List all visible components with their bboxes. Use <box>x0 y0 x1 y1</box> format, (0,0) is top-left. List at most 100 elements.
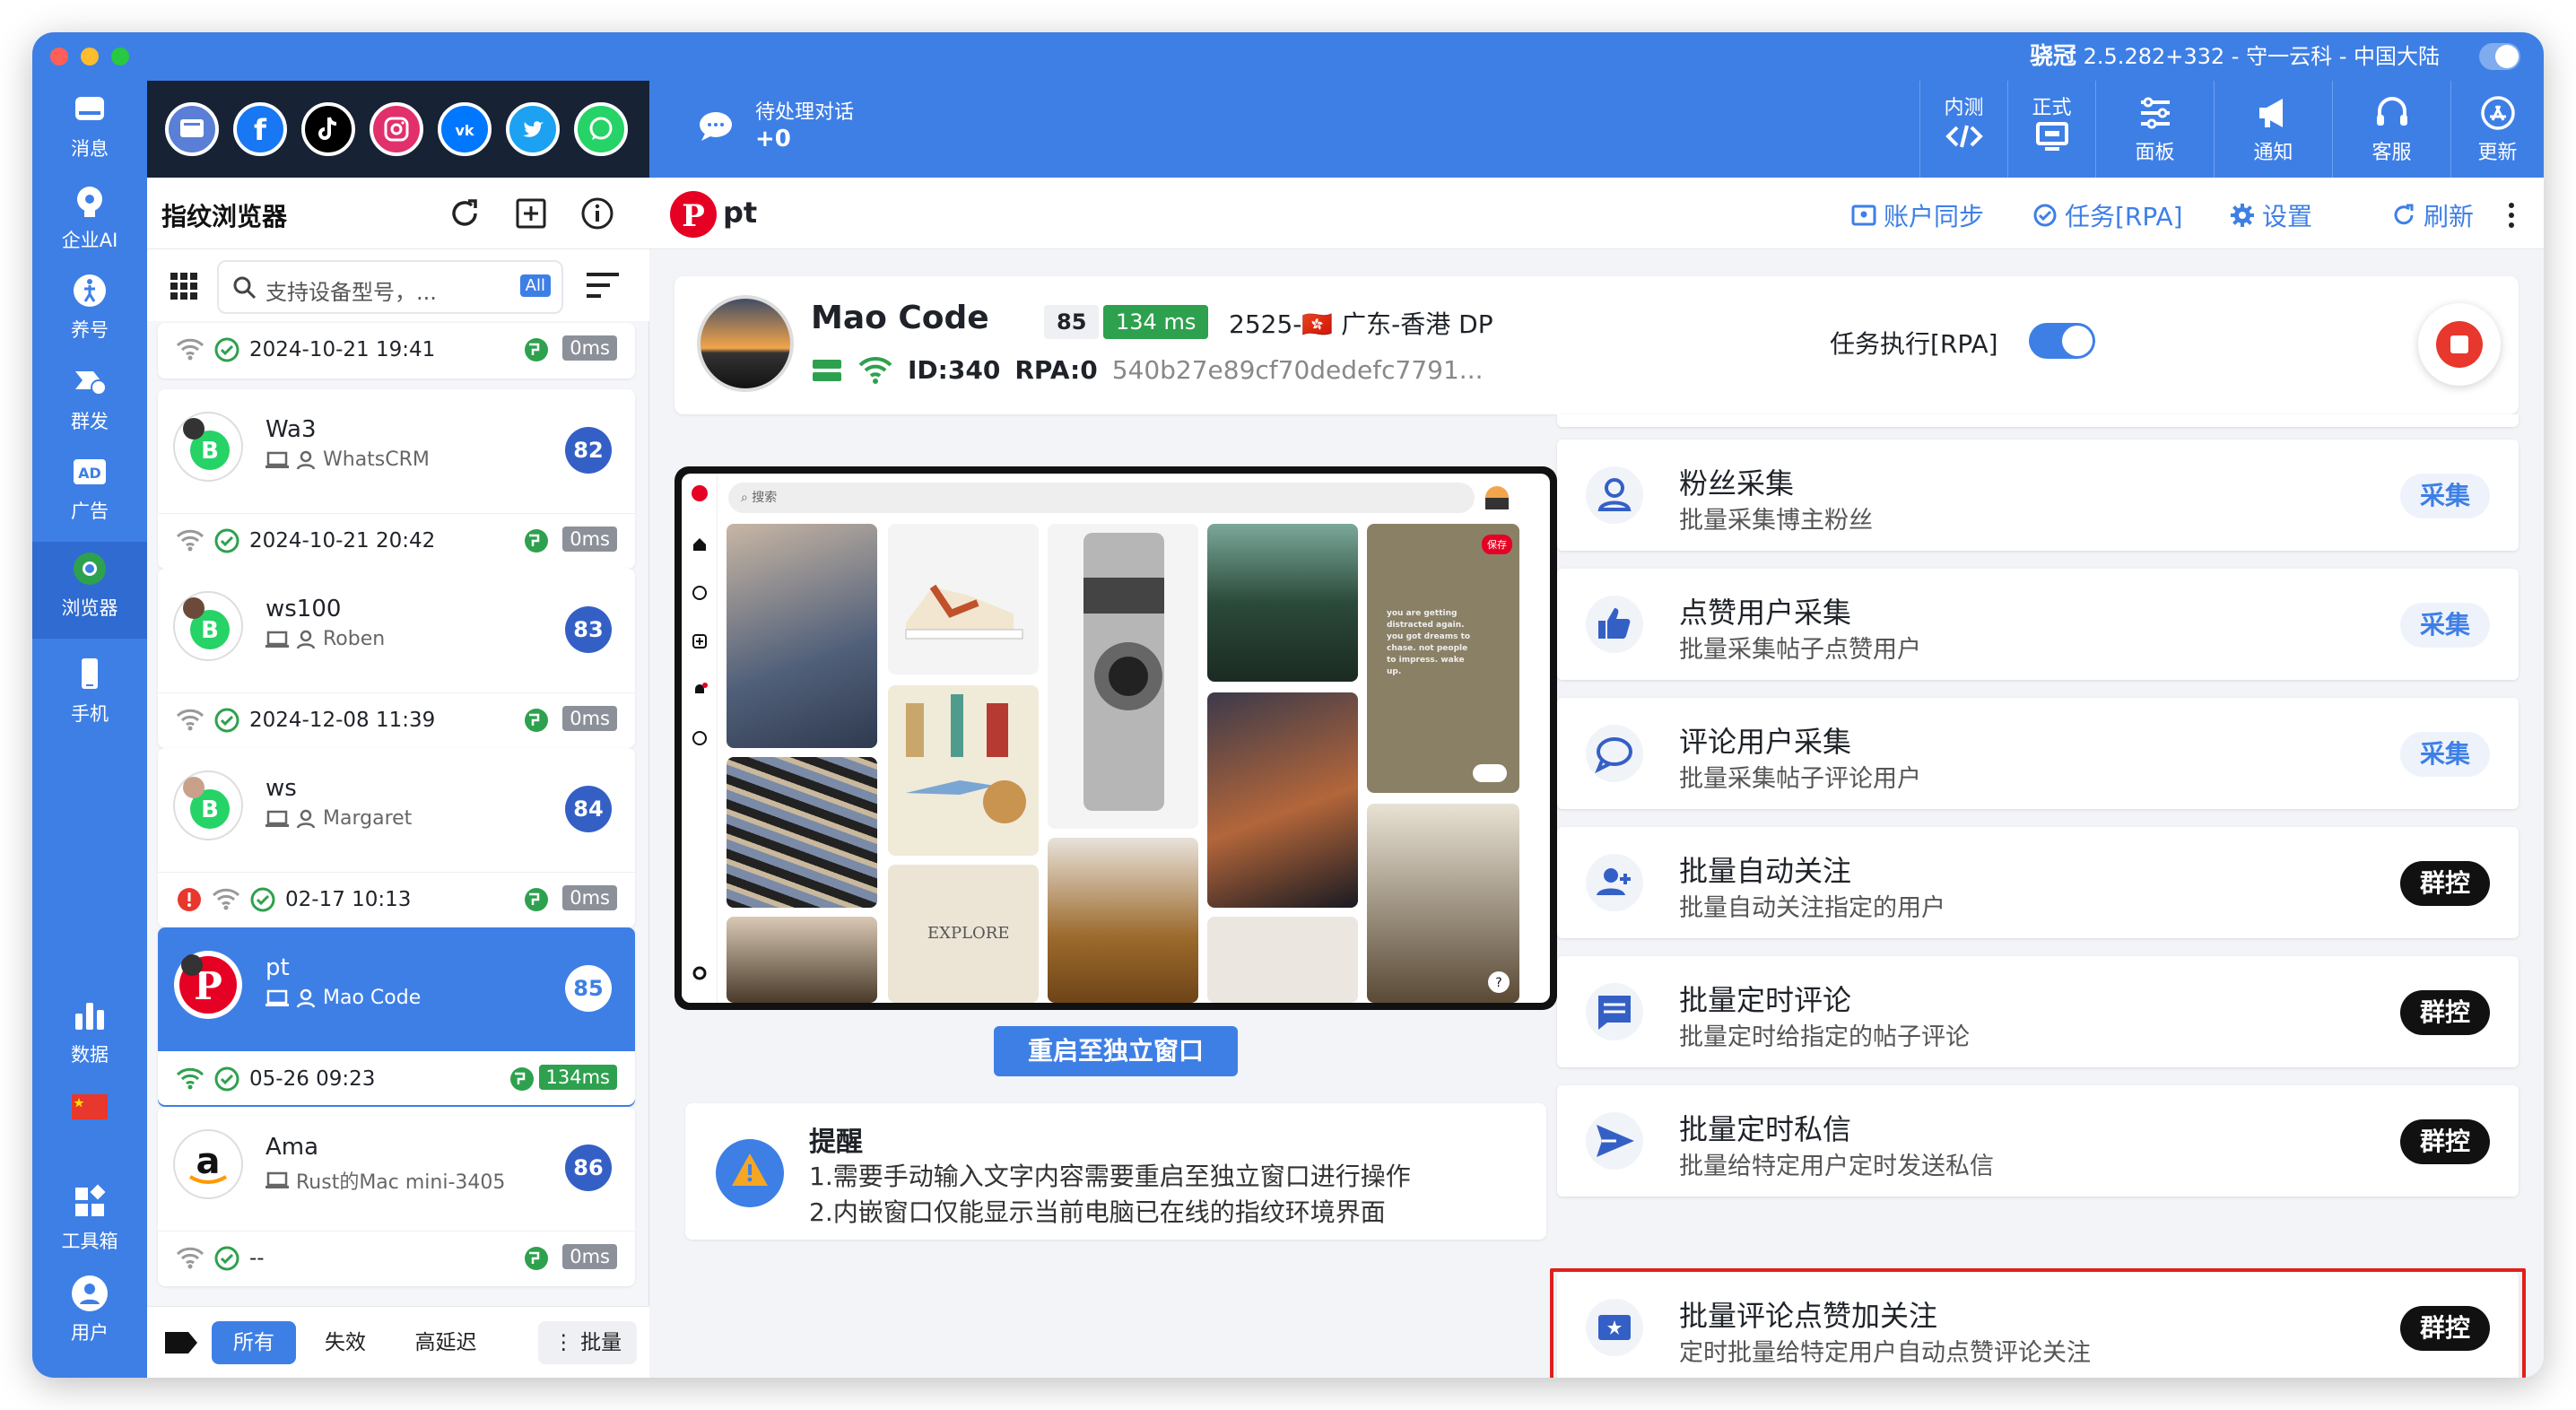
feature-like-user-collection[interactable]: 点赞用户采集 批量采集帖子点赞用户 采集 <box>1557 569 2519 680</box>
batch-button[interactable]: ⋮ 批量 <box>538 1321 637 1364</box>
close-window-button[interactable] <box>50 48 68 65</box>
person-icon-wrap <box>1586 466 1643 524</box>
refresh-icon[interactable] <box>447 196 483 231</box>
last-active-time: 2024-10-21 20:42 <box>249 528 436 553</box>
profile-card-wa3[interactable]: B Wa3 WhatsCRM 82 2024-10-21 20:42 0ms <box>158 389 635 569</box>
nav-nurture[interactable]: 养号 <box>32 264 147 353</box>
profile-card-pt[interactable]: P pt Mao Code 85 05-26 09:23 134ms <box>158 927 635 1107</box>
pin-sneaker-image[interactable] <box>888 524 1039 675</box>
pending-conversations[interactable]: 待处理对话 +0 <box>694 100 854 152</box>
walk-icon <box>74 274 106 307</box>
info-icon[interactable] <box>579 196 615 231</box>
pinterest-search-bar[interactable]: ⌕ 搜索 <box>728 483 1475 513</box>
profile-card-ama[interactable]: a Ama Rust的Mac mini-3405 86 -- 0ms <box>158 1107 635 1286</box>
settings-link[interactable]: 设置 <box>2230 197 2312 233</box>
filter-all-button[interactable]: 所有 <box>212 1321 296 1364</box>
embedded-browser[interactable]: ⌕ 搜索 EXPLORE 保存 you are getting distract… <box>674 466 1557 1010</box>
home-icon[interactable] <box>692 536 708 553</box>
pin-quote-image[interactable]: 保存 you are getting distracted again. you… <box>1367 524 1519 793</box>
filter-invalid-button[interactable]: 失效 <box>305 1321 386 1364</box>
nav-user[interactable]: 用户 <box>32 1266 147 1356</box>
stop-button[interactable] <box>2418 303 2501 386</box>
collect-button[interactable]: 采集 <box>2399 474 2490 518</box>
nav-messages[interactable]: 消息 <box>32 83 147 172</box>
profile-card-partial[interactable]: 2024-10-21 19:41 0ms <box>158 323 635 379</box>
profile-card-ws[interactable]: B ws Margaret 84 02-17 10:13 0ms <box>158 748 635 927</box>
pin-actions[interactable] <box>1473 764 1507 782</box>
tag-icon[interactable] <box>163 1328 199 1357</box>
pin-landmarks-image[interactable] <box>888 685 1039 856</box>
nav-browser[interactable]: 浏览器 <box>32 542 147 639</box>
support-button[interactable]: 客服 <box>2332 81 2450 178</box>
feature-scheduled-comment[interactable]: 批量定时评论 批量定时给指定的帖子评论 群控 <box>1557 956 2519 1067</box>
wifi-icon <box>858 356 892 384</box>
explore-icon[interactable] <box>692 585 708 601</box>
nav-enterprise-ai[interactable]: 企业AI <box>32 174 147 264</box>
release-button[interactable]: 正式 <box>2007 81 2095 178</box>
device-search-input[interactable]: 支持设备型号，... All <box>217 260 563 314</box>
nav-region[interactable] <box>32 1080 147 1143</box>
account-sync-link[interactable]: 账户同步 <box>1851 197 1984 233</box>
beta-button[interactable]: 内测 <box>1919 81 2007 178</box>
feature-fan-collection[interactable]: 粉丝采集 批量采集博主粉丝 采集 <box>1557 440 2519 551</box>
feature-comment-user-collection[interactable]: 评论用户采集 批量采集帖子评论用户 采集 <box>1557 698 2519 809</box>
filter-high-latency-button[interactable]: 高延迟 <box>395 1321 497 1364</box>
save-pin-button[interactable]: 保存 <box>1482 535 1512 554</box>
more-vertical-icon[interactable] <box>2506 201 2517 230</box>
settings-icon[interactable] <box>692 965 708 981</box>
maximize-window-button[interactable] <box>111 48 129 65</box>
sort-icon[interactable] <box>585 271 621 301</box>
collect-button[interactable]: 采集 <box>2399 603 2490 648</box>
panel-button[interactable]: 面板 <box>2095 81 2214 178</box>
bell-icon[interactable] <box>692 682 708 698</box>
messages-icon[interactable] <box>692 730 708 746</box>
task-execution-toggle[interactable] <box>2029 323 2095 359</box>
group-control-button[interactable]: 群控 <box>2399 990 2490 1035</box>
vk-icon[interactable]: vk <box>438 102 492 156</box>
pin-camera-image[interactable] <box>1048 524 1198 829</box>
pin-dog-image[interactable] <box>1048 838 1198 1003</box>
pin-guitar-image[interactable]: ? <box>1367 804 1519 1003</box>
collect-button[interactable]: 采集 <box>2399 732 2490 777</box>
pin-sculpture2-image[interactable] <box>727 917 877 1003</box>
instagram-icon[interactable] <box>370 102 423 156</box>
pin-tools-image[interactable] <box>727 757 877 908</box>
minimize-window-button[interactable] <box>81 48 99 65</box>
pinterest-icon[interactable] <box>691 484 709 502</box>
search-scope-tag[interactable]: All <box>519 274 551 297</box>
browser-viewport[interactable]: ⌕ 搜索 EXPLORE 保存 you are getting distract… <box>682 474 1550 1003</box>
group-control-button[interactable]: 群控 <box>2399 1119 2490 1164</box>
pin-night-image[interactable] <box>1207 692 1358 908</box>
profile-title: pt <box>723 196 758 230</box>
group-control-button[interactable]: 群控 <box>2399 861 2490 906</box>
task-rpa-link[interactable]: 任务[RPA] <box>2032 197 2183 233</box>
nav-ads[interactable]: AD 广告 <box>32 445 147 535</box>
pin-car-image[interactable] <box>1207 524 1358 682</box>
pin-explore-image[interactable]: EXPLORE <box>888 865 1039 1003</box>
pin-sculpture-image[interactable] <box>727 524 877 748</box>
twitter-icon[interactable] <box>506 102 560 156</box>
nav-toolbox[interactable]: 工具箱 <box>32 1175 147 1265</box>
profile-card-ws100[interactable]: B ws100 Roben 83 2024-12-08 11:39 0ms <box>158 569 635 748</box>
whatsapp-icon[interactable] <box>574 102 628 156</box>
add-icon[interactable] <box>513 196 549 231</box>
create-icon[interactable] <box>692 633 708 649</box>
restart-standalone-button[interactable]: 重启至独立窗口 <box>994 1026 1238 1076</box>
account-avatar-icon[interactable] <box>1484 484 1510 511</box>
grid-view-icon[interactable] <box>169 271 199 301</box>
nav-data[interactable]: 数据 <box>32 988 147 1078</box>
notify-button[interactable]: 通知 <box>2214 81 2332 178</box>
title-toggle-switch[interactable] <box>2479 43 2520 70</box>
facebook-icon[interactable]: f <box>233 102 287 156</box>
feature-scheduled-dm[interactable]: 批量定时私信 批量给特定用户定时发送私信 群控 <box>1557 1085 2519 1197</box>
help-icon[interactable]: ? <box>1487 970 1510 994</box>
nav-phone[interactable]: 手机 <box>32 648 147 737</box>
refresh-link[interactable]: 刷新 <box>2391 197 2474 233</box>
tiktok-icon[interactable] <box>301 102 355 156</box>
pin-room-image[interactable] <box>1207 917 1358 1003</box>
feature-auto-follow[interactable]: 批量自动关注 批量自动关注指定的用户 群控 <box>1557 827 2519 938</box>
thumbs-up-icon <box>1598 608 1631 639</box>
browser-icon[interactable] <box>165 102 219 156</box>
update-button[interactable]: 更新 <box>2450 81 2544 178</box>
nav-broadcast[interactable]: 群发 <box>32 355 147 445</box>
